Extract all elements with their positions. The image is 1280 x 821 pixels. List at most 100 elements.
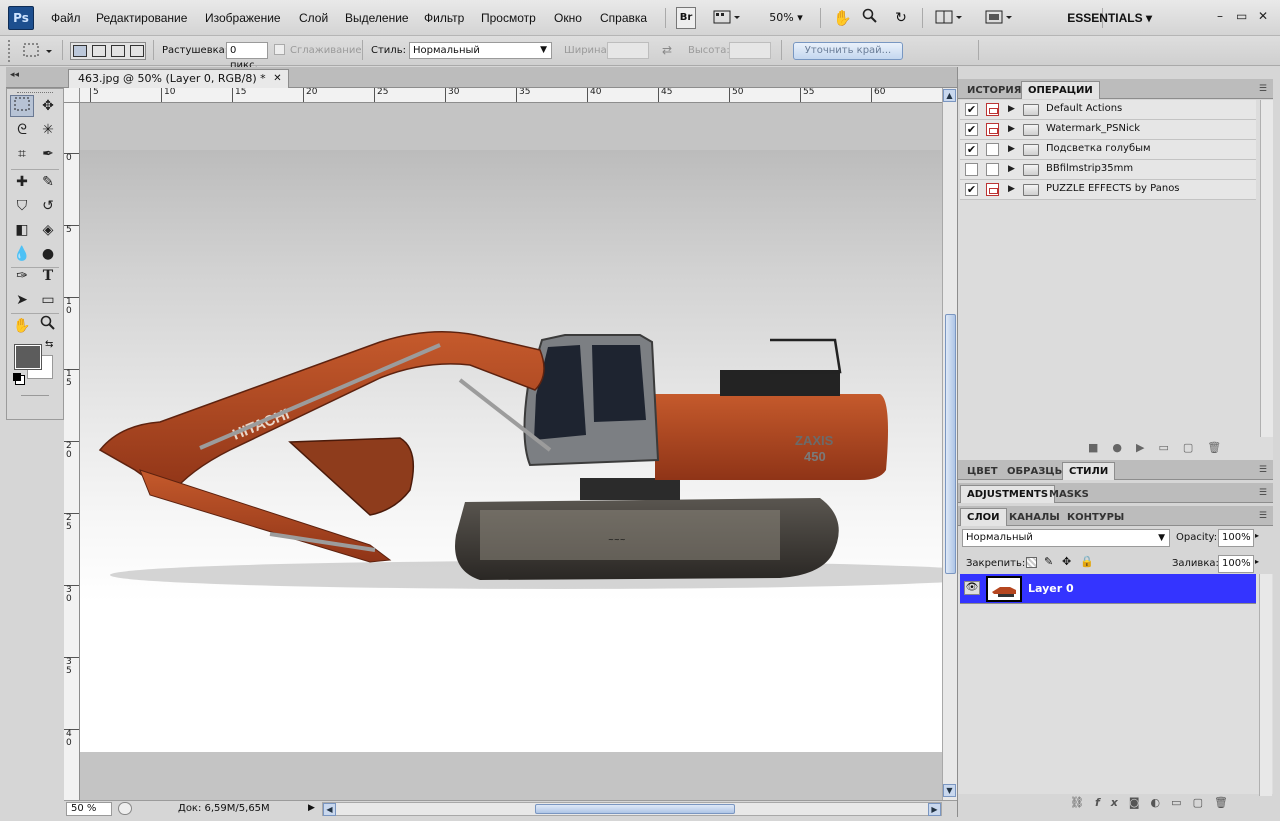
scroll-right-icon[interactable]: ▶ xyxy=(928,803,941,816)
grip-handle[interactable] xyxy=(8,40,12,62)
shape-tool-icon[interactable]: ▭ xyxy=(36,289,60,311)
lock-all-icon[interactable]: 🔒 xyxy=(1080,555,1094,568)
tab-adjustments[interactable]: ADJUSTMENTS xyxy=(960,485,1056,503)
hand-tool-icon[interactable]: ✋ xyxy=(10,315,34,337)
antialias-checkbox[interactable] xyxy=(274,44,285,55)
dialog-toggle-icon[interactable] xyxy=(986,123,999,136)
move-tool-icon[interactable]: ✥ xyxy=(36,95,60,117)
list-item[interactable]: ✔ ▶ Подсветка голубым xyxy=(960,140,1256,160)
menu-window[interactable]: Окно xyxy=(554,11,582,25)
list-item[interactable]: ✔ ▶ Watermark_PSNick xyxy=(960,120,1256,140)
paint-bucket-tool-icon[interactable]: ◈ xyxy=(36,219,60,241)
dialog-toggle-icon[interactable] xyxy=(986,163,999,176)
panel-menu-icon[interactable]: ☰ xyxy=(1259,488,1267,498)
screen-mode-button[interactable] xyxy=(982,7,1018,29)
dodge-tool-icon[interactable]: ● xyxy=(36,243,60,265)
action-checkbox[interactable]: ✔ xyxy=(965,143,978,156)
scroll-left-icon[interactable]: ◀ xyxy=(323,803,336,816)
swap-colors-icon[interactable]: ⇆ xyxy=(45,339,53,350)
expand-triangle-icon[interactable]: ▶ xyxy=(1008,124,1015,134)
blend-mode-select[interactable]: Нормальный ▼ xyxy=(962,529,1170,547)
tool-preset-picker[interactable] xyxy=(22,42,56,60)
vertical-scrollbar[interactable]: ▲ ▼ xyxy=(942,88,957,800)
rectangular-marquee-tool-icon[interactable] xyxy=(10,95,34,117)
close-tab-icon[interactable]: ✕ xyxy=(273,70,281,87)
tab-channels[interactable]: КАНАЛЫ xyxy=(1002,508,1067,526)
zoom-tool-icon[interactable] xyxy=(860,7,880,29)
layer-row[interactable]: 👁 Layer 0 xyxy=(960,574,1256,604)
hand-tool-icon[interactable]: ✋ xyxy=(832,7,852,29)
workspace-switcher[interactable]: ESSENTIALS ▾ xyxy=(1067,11,1152,25)
ruler-horizontal[interactable]: 5101520253035404550556065 xyxy=(80,88,942,103)
list-item[interactable]: ✔ ▶ PUZZLE EFFECTS by Panos xyxy=(960,180,1256,200)
status-menu-arrow-icon[interactable]: ▶ xyxy=(308,803,315,813)
add-selection-icon[interactable] xyxy=(92,45,106,57)
action-checkbox[interactable]: ✔ xyxy=(965,123,978,136)
fill-arrow-icon[interactable]: ▸ xyxy=(1255,557,1259,566)
menu-layer[interactable]: Слой xyxy=(299,11,328,25)
style-select[interactable]: Нормальный ▼ xyxy=(409,42,552,59)
record-icon[interactable]: ● xyxy=(1112,441,1136,454)
lock-position-icon[interactable]: ✥ xyxy=(1062,555,1071,568)
document-tab[interactable]: 463.jpg @ 50% (Layer 0, RGB/8) * ✕ xyxy=(68,69,289,88)
eraser-tool-icon[interactable]: ◧ xyxy=(10,219,34,241)
opacity-input[interactable]: 100% xyxy=(1218,529,1254,547)
zoom-field[interactable]: 50 % xyxy=(66,802,112,816)
panel-menu-icon[interactable]: ☰ xyxy=(1259,465,1267,475)
tab-paths[interactable]: КОНТУРЫ xyxy=(1060,508,1131,526)
dialog-toggle-icon[interactable] xyxy=(986,143,999,156)
menu-view[interactable]: Просмотр xyxy=(481,11,536,25)
horizontal-scroll-thumb[interactable] xyxy=(535,804,735,814)
action-checkbox[interactable] xyxy=(965,163,978,176)
tab-layers[interactable]: СЛОИ xyxy=(960,508,1007,526)
lock-pixels-icon[interactable]: ✎ xyxy=(1044,555,1053,568)
foreground-color-swatch[interactable] xyxy=(14,344,42,370)
actions-scrollbar[interactable] xyxy=(1260,100,1273,437)
history-brush-tool-icon[interactable]: ↺ xyxy=(36,195,60,217)
maximize-icon[interactable]: ▭ xyxy=(1236,9,1247,23)
new-layer-icon[interactable]: ▢ xyxy=(1193,796,1214,809)
expand-triangle-icon[interactable]: ▶ xyxy=(1008,104,1015,114)
default-colors-icon[interactable] xyxy=(13,373,21,381)
magic-wand-tool-icon[interactable]: ✳ xyxy=(36,119,60,141)
action-checkbox[interactable]: ✔ xyxy=(965,103,978,116)
dialog-toggle-icon[interactable] xyxy=(986,183,999,196)
crop-tool-icon[interactable]: ⌗ xyxy=(10,143,34,165)
expand-triangle-icon[interactable]: ▶ xyxy=(1008,184,1015,194)
rotate-view-icon[interactable]: ↻ xyxy=(890,7,912,29)
opacity-arrow-icon[interactable]: ▸ xyxy=(1255,531,1259,540)
scroll-up-icon[interactable]: ▲ xyxy=(943,89,956,102)
intersect-selection-icon[interactable] xyxy=(130,45,144,57)
dialog-toggle-icon[interactable] xyxy=(986,103,999,116)
list-item[interactable]: ▶ BBfilmstrip35mm xyxy=(960,160,1256,180)
feather-input[interactable]: 0 пикс. xyxy=(226,42,268,71)
fx-icon[interactable]: fx xyxy=(1095,796,1129,809)
menu-edit[interactable]: Редактирование xyxy=(96,11,187,25)
zoom-level-dropdown[interactable]: 50% ▾ xyxy=(764,7,808,29)
healing-brush-tool-icon[interactable]: ✚ xyxy=(10,171,34,193)
pen-tool-icon[interactable]: ✑ xyxy=(10,265,34,287)
panel-menu-icon[interactable]: ☰ xyxy=(1259,511,1267,521)
refine-edge-button[interactable]: Уточнить край... xyxy=(793,42,903,60)
horizontal-scrollbar[interactable]: ◀ ▶ xyxy=(322,802,942,816)
tab-styles[interactable]: СТИЛИ xyxy=(1062,462,1116,480)
layers-scrollbar[interactable] xyxy=(1259,574,1272,796)
brush-tool-icon[interactable]: ✎ xyxy=(36,171,60,193)
status-info-icon[interactable] xyxy=(118,802,132,815)
link-layers-icon[interactable]: ⛓ xyxy=(1070,796,1095,809)
toolbox-header[interactable]: ◂◂ xyxy=(6,67,64,88)
tab-color[interactable]: ЦВЕТ xyxy=(960,462,1005,480)
new-set-icon[interactable]: ▭ xyxy=(1158,441,1182,454)
stop-icon[interactable]: ■ xyxy=(1088,441,1112,454)
expand-triangle-icon[interactable]: ▶ xyxy=(1008,164,1015,174)
eyedropper-tool-icon[interactable]: ✒ xyxy=(36,143,60,165)
new-selection-icon[interactable] xyxy=(73,45,87,57)
adjustment-layer-icon[interactable]: ◐ xyxy=(1151,796,1172,809)
path-selection-tool-icon[interactable]: ➤ xyxy=(10,289,34,311)
tab-history[interactable]: ИСТОРИЯ xyxy=(960,81,1028,99)
expand-triangle-icon[interactable]: ▶ xyxy=(1008,144,1015,154)
panel-menu-icon[interactable]: ☰ xyxy=(1259,84,1267,94)
fill-input[interactable]: 100% xyxy=(1218,555,1254,573)
menu-select[interactable]: Выделение xyxy=(345,11,409,25)
vertical-scroll-thumb[interactable] xyxy=(945,314,956,574)
